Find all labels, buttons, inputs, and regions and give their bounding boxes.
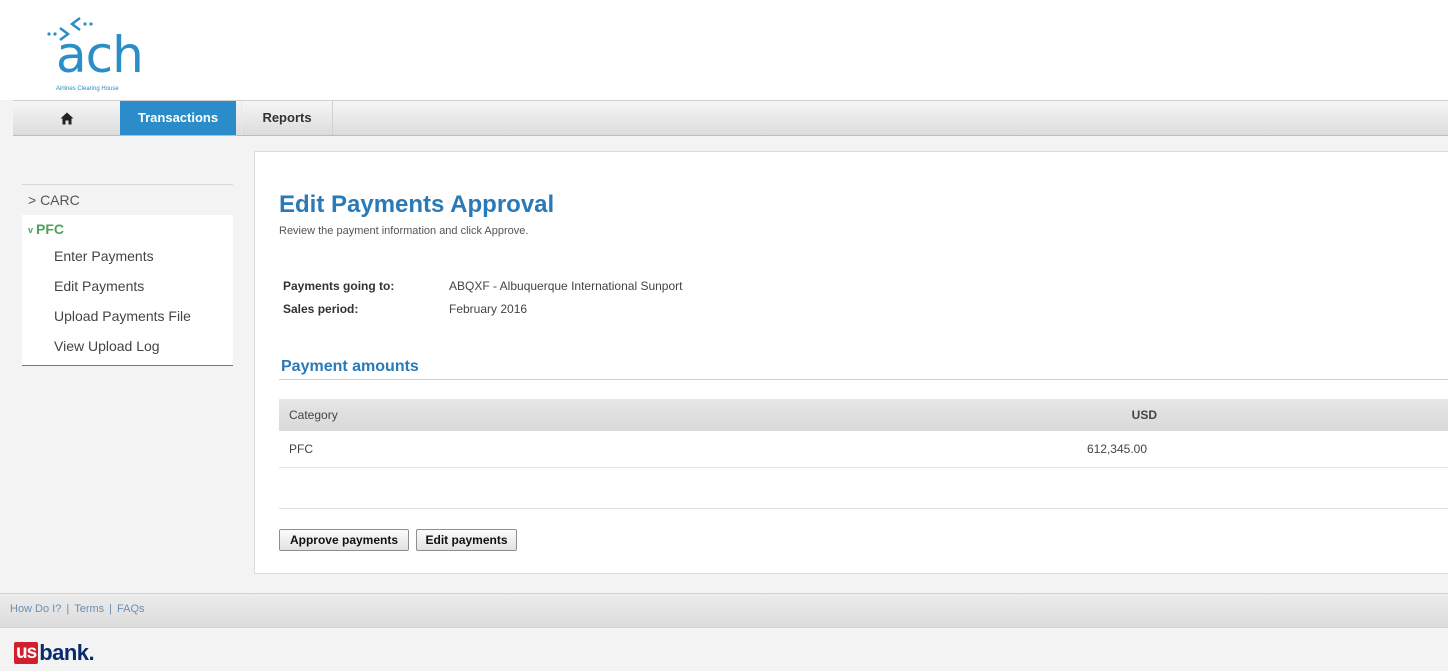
sidebar-group-pfc: v PFC Enter Payments Edit Payments Upload… xyxy=(22,215,233,366)
footer-separator: | xyxy=(66,603,70,615)
section-divider xyxy=(279,379,1448,380)
column-header-usd: USD xyxy=(1131,408,1157,422)
sidebar: > CARC v PFC Enter Payments Edit Payments… xyxy=(22,184,233,366)
info-value: February 2016 xyxy=(449,302,528,316)
edit-payments-button[interactable]: Edit payments xyxy=(416,529,517,551)
usbank-logo: us bank. xyxy=(14,640,95,665)
home-icon xyxy=(60,112,73,124)
logo-subtitle: Airlines Clearing House xyxy=(56,86,119,92)
sidebar-item-pfc-label: PFC xyxy=(36,221,65,237)
logo-wordmark: ach xyxy=(56,26,144,84)
sidebar-item-carc[interactable]: > CARC xyxy=(22,185,233,215)
sidebar-item-pfc[interactable]: v PFC xyxy=(22,215,233,241)
footer-bar: How Do I? | Terms | FAQs xyxy=(0,593,1448,628)
chevron-down-icon: v xyxy=(28,225,34,235)
tab-reports[interactable]: Reports xyxy=(241,101,333,135)
sidebar-item-upload-payments-file[interactable]: Upload Payments File xyxy=(22,301,233,331)
tab-transactions[interactable]: Transactions xyxy=(120,101,236,135)
column-header-category: Category xyxy=(289,408,338,422)
usbank-logo-bank: bank. xyxy=(39,640,95,665)
panel-divider xyxy=(279,508,1448,509)
ach-logo[interactable]: ach Airlines Clearing House xyxy=(38,14,148,94)
footer-links: How Do I? | Terms | FAQs xyxy=(10,603,145,615)
header: ach Airlines Clearing House xyxy=(0,0,1448,100)
page-title: Edit Payments Approval xyxy=(279,191,555,218)
approve-payments-button[interactable]: Approve payments xyxy=(279,529,409,551)
main-panel: Edit Payments Approval Review the paymen… xyxy=(254,151,1448,574)
sidebar-item-view-upload-log[interactable]: View Upload Log xyxy=(22,331,233,361)
info-label: Payments going to: xyxy=(283,279,395,293)
table-row: PFC 612,345.00 xyxy=(279,431,1448,468)
nav-home[interactable] xyxy=(13,101,120,135)
page-subtitle: Review the payment information and click… xyxy=(279,225,529,237)
footer-link-how-do-i[interactable]: How Do I? xyxy=(10,603,61,615)
usbank-logo-us: us xyxy=(14,642,39,664)
cell-category: PFC xyxy=(289,442,313,456)
sidebar-item-enter-payments[interactable]: Enter Payments xyxy=(22,241,233,271)
footer-link-faqs[interactable]: FAQs xyxy=(117,603,145,615)
footer-link-terms[interactable]: Terms xyxy=(74,603,104,615)
main-nav: Transactions Reports xyxy=(13,100,1448,136)
info-value: ABQXF - Albuquerque International Sunpor… xyxy=(449,279,683,293)
table-header: Category USD xyxy=(279,399,1448,431)
section-title: Payment amounts xyxy=(281,358,419,375)
footer-separator: | xyxy=(109,603,113,615)
info-label: Sales period: xyxy=(283,302,359,316)
cell-usd: 612,345.00 xyxy=(1086,442,1147,456)
sidebar-item-edit-payments[interactable]: Edit Payments xyxy=(22,271,233,301)
